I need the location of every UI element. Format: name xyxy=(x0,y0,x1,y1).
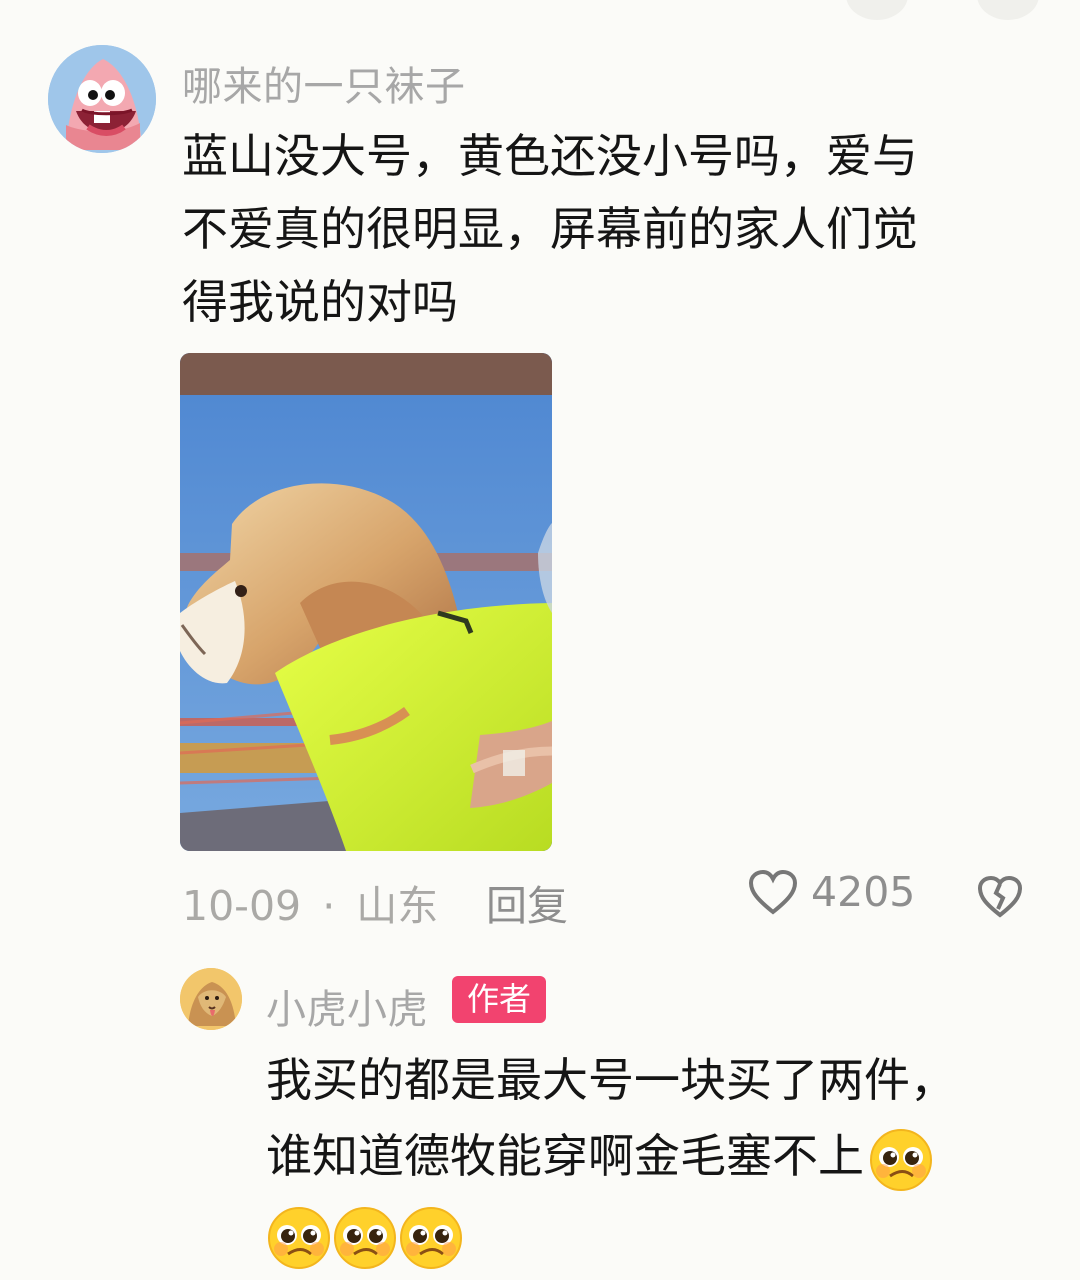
reply-author-name[interactable]: 小虎小虎 xyxy=(266,977,428,1035)
reply-emoji-row xyxy=(266,1198,464,1271)
reply-avatar[interactable] xyxy=(180,968,242,1030)
patrick-avatar-icon xyxy=(48,45,156,153)
comment-text-line-1: 蓝山没大号，黄色还没小号吗，爱与 xyxy=(182,129,918,183)
like-button[interactable]: 4205 xyxy=(748,868,915,916)
top-action-circle-right[interactable] xyxy=(977,0,1039,20)
meta-separator: · xyxy=(322,882,336,930)
reply-button[interactable]: 回复 xyxy=(486,872,568,932)
reply-text-line-2: 谁知道德牧能穿啊金毛塞不上 xyxy=(266,1120,934,1193)
comment-date: 10-09 xyxy=(182,882,302,930)
avatar[interactable] xyxy=(48,45,156,153)
reply-text-line-2-text: 谁知道德牧能穿啊金毛塞不上 xyxy=(266,1129,864,1183)
comment-text-line-2: 不爱真的很明显，屏幕前的家人们觉 xyxy=(182,202,918,256)
commenter-name[interactable]: 哪来的一只袜子 xyxy=(182,54,466,112)
heart-icon xyxy=(748,869,798,915)
pleading-face-icon xyxy=(334,1206,396,1269)
dog-avatar-icon xyxy=(180,968,242,1030)
dislike-button[interactable] xyxy=(976,875,1024,929)
comment-meta: 10-09 · 山东 xyxy=(182,872,438,932)
reply-text-line-1: 我买的都是最大号一块买了两件， xyxy=(266,1053,956,1107)
pleading-face-icon xyxy=(400,1206,462,1269)
author-badge: 作者 xyxy=(452,976,546,1023)
like-count: 4205 xyxy=(811,868,916,916)
comment-location: 山东 xyxy=(356,882,439,930)
comment-text-line-3: 得我说的对吗 xyxy=(182,275,458,329)
pleading-face-icon xyxy=(268,1206,330,1269)
pleading-face-icon xyxy=(870,1128,932,1191)
golden-retriever-photo xyxy=(180,353,552,851)
broken-heart-icon xyxy=(977,875,1023,918)
comment-photo[interactable] xyxy=(180,353,552,851)
top-action-circle-left[interactable] xyxy=(846,0,908,20)
